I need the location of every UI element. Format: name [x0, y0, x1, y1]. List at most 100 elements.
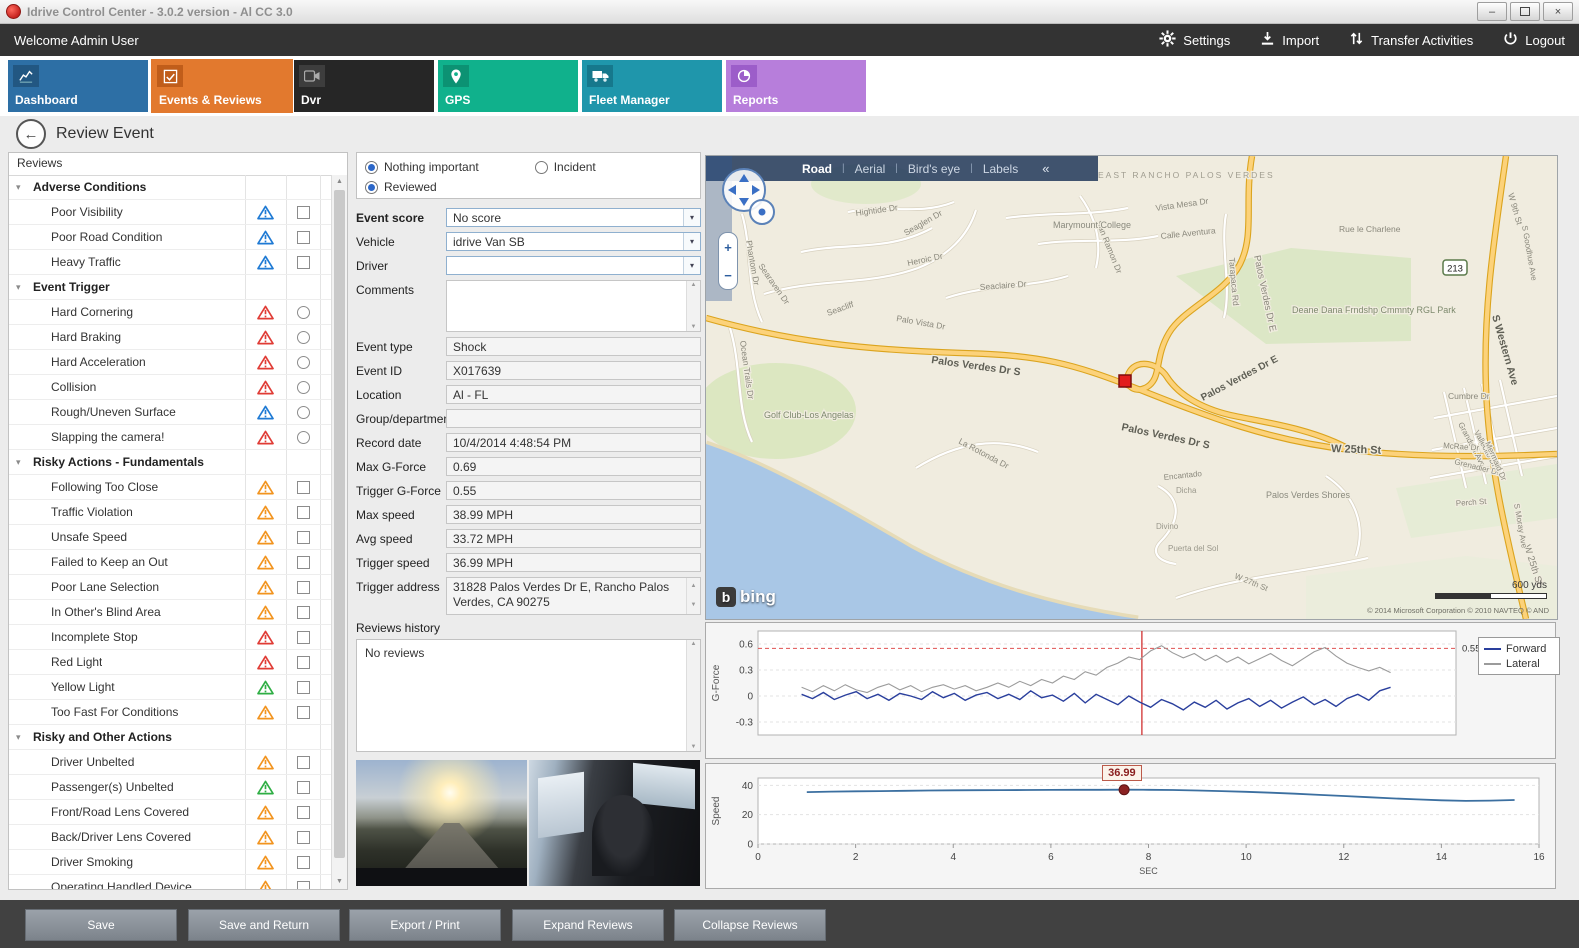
scroll-up-icon[interactable]: ▲: [332, 175, 347, 189]
transfer-activities-button[interactable]: Transfer Activities: [1349, 31, 1473, 49]
zoom-in-icon[interactable]: +: [724, 240, 732, 255]
map-pan-control[interactable]: [716, 166, 780, 233]
review-item-checkbox[interactable]: [286, 231, 320, 244]
import-icon: [1260, 31, 1275, 49]
review-item-checkbox[interactable]: [286, 706, 320, 719]
map-view-road[interactable]: Road: [802, 162, 832, 176]
maximize-button[interactable]: [1510, 2, 1540, 21]
logout-button[interactable]: Logout: [1503, 31, 1565, 49]
collapse-map-bar-button[interactable]: «: [1042, 161, 1049, 176]
tab-reports[interactable]: Reports: [726, 60, 866, 112]
review-item-radio[interactable]: [286, 406, 320, 419]
review-item-checkbox[interactable]: [286, 206, 320, 219]
legend-forward: Forward: [1506, 643, 1546, 655]
expand-arrow-icon[interactable]: ▾: [16, 732, 21, 743]
map-view-aerial[interactable]: Aerial: [855, 162, 886, 176]
driver-field[interactable]: ▾: [446, 256, 701, 275]
review-item-checkbox[interactable]: [286, 681, 320, 694]
tab-gps[interactable]: GPS: [438, 60, 578, 112]
review-item-checkbox[interactable]: [286, 631, 320, 644]
review-item-radio[interactable]: [286, 381, 320, 394]
review-item-checkbox[interactable]: [286, 556, 320, 569]
cabin-window: [538, 772, 584, 839]
review-group-row[interactable]: ▾Event Trigger: [9, 275, 332, 300]
review-item-checkbox[interactable]: [286, 781, 320, 794]
expand-arrow-icon[interactable]: ▾: [16, 282, 21, 293]
app-window: Idrive Control Center - 3.0.2 version - …: [0, 0, 1579, 948]
field-value: 10/4/2014 4:48:54 PM: [453, 436, 571, 450]
review-item-checkbox[interactable]: [286, 656, 320, 669]
review-item-radio[interactable]: [286, 431, 320, 444]
review-item-checkbox[interactable]: [286, 831, 320, 844]
warning-warning-icon: [245, 805, 285, 820]
reviewed-radio[interactable]: [365, 181, 378, 194]
review-item-label: Unsafe Speed: [9, 530, 127, 544]
scroll-down-icon[interactable]: ▼: [332, 875, 347, 889]
review-item-checkbox[interactable]: [286, 481, 320, 494]
review-item-checkbox[interactable]: [286, 806, 320, 819]
minimize-button[interactable]: –: [1477, 2, 1507, 21]
tab-dvr[interactable]: Dvr: [294, 60, 434, 112]
export-print-button[interactable]: Export / Print: [349, 909, 501, 941]
review-item-radio[interactable]: [286, 356, 320, 369]
front-camera-thumbnail[interactable]: [356, 760, 527, 886]
review-item-checkbox[interactable]: [286, 881, 320, 890]
save-and-return-button[interactable]: Save and Return: [188, 909, 340, 941]
history-scrollbar[interactable]: [686, 640, 700, 751]
review-group-row[interactable]: ▾Risky and Other Actions: [9, 725, 332, 750]
tab-label: GPS: [445, 93, 470, 107]
review-item-checkbox[interactable]: [286, 581, 320, 594]
map-zoom-control[interactable]: + −: [718, 232, 738, 290]
cabin-camera-thumbnail[interactable]: [529, 760, 700, 886]
close-button[interactable]: ×: [1543, 2, 1573, 21]
dropdown-caret-icon[interactable]: ▾: [683, 209, 700, 226]
expand-reviews-button[interactable]: Expand Reviews: [512, 909, 664, 941]
field-scrollbar[interactable]: [686, 281, 700, 331]
review-item-checkbox[interactable]: [286, 856, 320, 869]
review-item-checkbox[interactable]: [286, 531, 320, 544]
route-shield-label: 213: [1447, 264, 1463, 275]
separator: |: [970, 163, 973, 174]
nothing-important-radio[interactable]: [365, 161, 378, 174]
dropdown-caret-icon[interactable]: ▾: [683, 233, 700, 250]
collapse-reviews-button[interactable]: Collapse Reviews: [674, 909, 826, 941]
expand-arrow-icon[interactable]: ▾: [16, 182, 21, 193]
speed-xtick: 8: [1146, 852, 1152, 863]
expand-arrow-icon[interactable]: ▾: [16, 457, 21, 468]
comments-field[interactable]: [446, 280, 701, 332]
vehicle-field[interactable]: idrive Van SB▾: [446, 232, 701, 251]
review-item-radio[interactable]: [286, 331, 320, 344]
map-panel[interactable]: 213 Palos Verdes Dr SPalos Verdes Dr SPa…: [705, 155, 1558, 620]
field-scrollbar[interactable]: [686, 578, 700, 614]
review-item-label: Hard Braking: [9, 330, 121, 344]
review-item-checkbox[interactable]: [286, 606, 320, 619]
import-button[interactable]: Import: [1260, 31, 1319, 49]
review-item-label: Too Fast For Conditions: [9, 705, 178, 719]
tab-dashboard[interactable]: Dashboard: [8, 60, 148, 112]
max-g-force-label: Max G-Force: [356, 457, 446, 474]
tab-fleet[interactable]: Fleet Manager: [582, 60, 722, 112]
incident-radio[interactable]: [535, 161, 548, 174]
trigger-address-field[interactable]: 31828 Palos Verdes Dr E, Rancho Palos Ve…: [446, 577, 701, 615]
dropdown-caret-icon[interactable]: ▾: [683, 257, 700, 274]
map-canvas[interactable]: 213 Palos Verdes Dr SPalos Verdes Dr SPa…: [706, 156, 1557, 619]
map-view-labels[interactable]: Labels: [983, 162, 1018, 176]
event-score-field[interactable]: No score▾: [446, 208, 701, 227]
scrollbar-thumb[interactable]: [334, 190, 345, 858]
review-item-radio[interactable]: [286, 306, 320, 319]
review-item-checkbox[interactable]: [286, 506, 320, 519]
zoom-out-icon[interactable]: −: [724, 268, 732, 283]
warning-info-icon: [245, 255, 285, 270]
review-group-row[interactable]: ▾Adverse Conditions: [9, 175, 332, 200]
review-item-checkbox[interactable]: [286, 256, 320, 269]
review-group-row[interactable]: ▾Risky Actions - Fundamentals: [9, 450, 332, 475]
back-button[interactable]: ←: [16, 119, 46, 149]
save-button[interactable]: Save: [25, 909, 177, 941]
warning-danger-icon: [245, 430, 285, 445]
review-item-checkbox[interactable]: [286, 756, 320, 769]
settings-button[interactable]: Settings: [1159, 30, 1230, 50]
reviews-scrollbar[interactable]: ▲ ▼: [331, 175, 347, 889]
event-location-marker[interactable]: [1119, 375, 1131, 387]
map-view-bird-s-eye[interactable]: Bird's eye: [908, 162, 960, 176]
tab-events[interactable]: Events & Reviews: [152, 60, 292, 112]
